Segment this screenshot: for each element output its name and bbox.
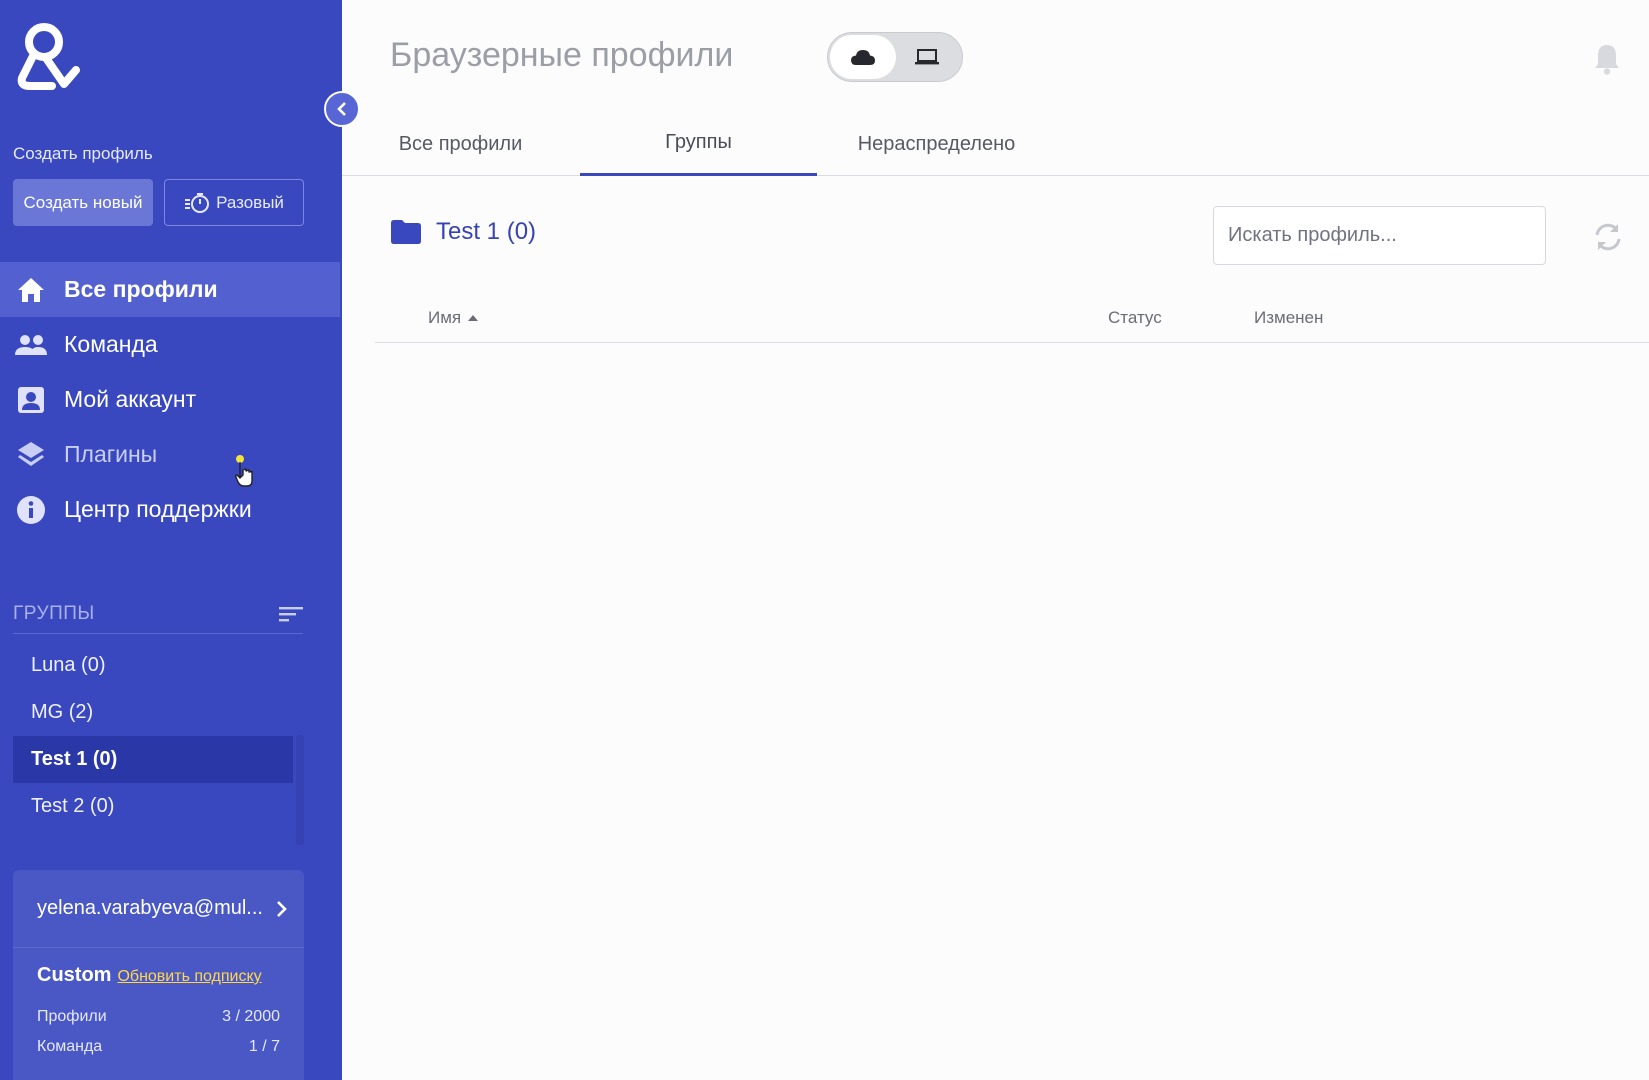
groups-title: ГРУППЫ — [13, 602, 95, 624]
account-card: yelena.varabyeva@mul... Custom Обновить … — [13, 870, 304, 1080]
column-modified-label: Изменен — [1254, 308, 1324, 327]
one-time-profile-button[interactable]: Разовый — [164, 179, 304, 226]
layers-icon — [14, 438, 48, 472]
nav-item-label: Мой аккаунт — [64, 386, 197, 412]
collapse-sidebar-button[interactable] — [324, 91, 360, 127]
tab-groups[interactable]: Группы — [580, 112, 817, 176]
account-email: yelena.varabyeva@mul... — [37, 897, 263, 919]
sort-icon[interactable] — [279, 605, 303, 623]
nav-item-my-account[interactable]: Мой аккаунт — [0, 372, 340, 427]
stat-team: Команда 1 / 7 — [37, 1038, 280, 1056]
chevron-left-icon — [337, 102, 346, 116]
laptop-icon — [915, 49, 939, 65]
group-item-mg[interactable]: MG (2) — [13, 689, 293, 736]
column-status[interactable]: Статус — [1108, 308, 1162, 328]
plan-name: Custom — [37, 964, 112, 986]
info-icon — [14, 493, 48, 527]
local-option[interactable] — [894, 35, 960, 79]
nav-item-label: Центр поддержки — [64, 496, 252, 522]
group-heading: Test 1 (0) — [390, 218, 536, 246]
search-profile-input[interactable] — [1213, 206, 1546, 265]
account-email-row[interactable]: yelena.varabyeva@mul... — [13, 870, 304, 948]
table-header: Имя Статус Изменен — [375, 296, 1649, 343]
bell-icon[interactable] — [1592, 42, 1622, 76]
tabs-bar: Все профили Группы Нераспределено — [342, 112, 1649, 176]
mouse-pointer-icon — [234, 455, 253, 487]
home-icon — [14, 273, 48, 307]
column-modified[interactable]: Изменен — [1254, 308, 1323, 328]
main-nav: Все профили Команда Мой аккаунт Плагины … — [0, 262, 340, 537]
nav-item-plugins[interactable]: Плагины — [0, 427, 340, 482]
one-time-label: Разовый — [216, 192, 284, 212]
account-icon — [14, 383, 48, 417]
column-name[interactable]: Имя — [428, 308, 479, 328]
create-new-button[interactable]: Создать новый — [13, 179, 153, 226]
column-status-label: Статус — [1108, 308, 1162, 327]
stat-label: Команда — [37, 1038, 103, 1055]
group-title: Test 1 (0) — [436, 218, 537, 245]
upgrade-subscription-link[interactable]: Обновить подписку — [117, 968, 261, 986]
nav-item-team[interactable]: Команда — [0, 317, 340, 372]
tab-all-profiles[interactable]: Все профили — [342, 112, 579, 176]
groups-header: ГРУППЫ — [13, 594, 303, 634]
sidebar: Создать профиль Создать новый Разовый Вс… — [0, 0, 342, 1080]
storage-toggle[interactable] — [827, 32, 963, 82]
timer-icon — [185, 192, 210, 213]
nav-item-label: Плагины — [64, 441, 158, 467]
tab-unassigned[interactable]: Нераспределено — [818, 112, 1055, 176]
sort-asc-icon — [468, 315, 479, 321]
chevron-right-icon — [277, 900, 287, 917]
nav-item-all-profiles[interactable]: Все профили — [0, 262, 340, 317]
team-icon — [14, 328, 48, 362]
stat-value: 3 / 2000 — [222, 1008, 280, 1025]
stat-value: 1 / 7 — [248, 1038, 280, 1055]
groups-scrollbar[interactable] — [296, 735, 304, 845]
nav-item-label: Команда — [64, 331, 158, 357]
group-item-test-2[interactable]: Test 2 (0) — [13, 783, 293, 830]
stat-label: Профили — [37, 1008, 107, 1025]
groups-list: Luna (0) MG (2) Test 1 (0) Test 2 (0) — [13, 642, 293, 830]
plan-row: Custom Обновить подписку — [37, 964, 262, 987]
cloud-option[interactable] — [830, 35, 896, 79]
main-content: Браузерные профили Все профили Группы Не… — [342, 0, 1649, 1080]
refresh-icon[interactable] — [1591, 220, 1625, 254]
cloud-icon — [851, 50, 875, 65]
group-item-luna[interactable]: Luna (0) — [13, 642, 293, 689]
nav-item-label: Все профили — [64, 276, 218, 302]
folder-icon — [391, 220, 421, 244]
create-profile-label: Создать профиль — [13, 144, 153, 163]
stat-profiles: Профили 3 / 2000 — [37, 1008, 280, 1026]
column-name-label: Имя — [428, 308, 462, 327]
app-logo-icon[interactable] — [12, 22, 84, 94]
nav-item-support-center[interactable]: Центр поддержки — [0, 482, 340, 537]
group-item-test-1[interactable]: Test 1 (0) — [13, 736, 293, 783]
page-title: Браузерные профили — [390, 36, 734, 74]
